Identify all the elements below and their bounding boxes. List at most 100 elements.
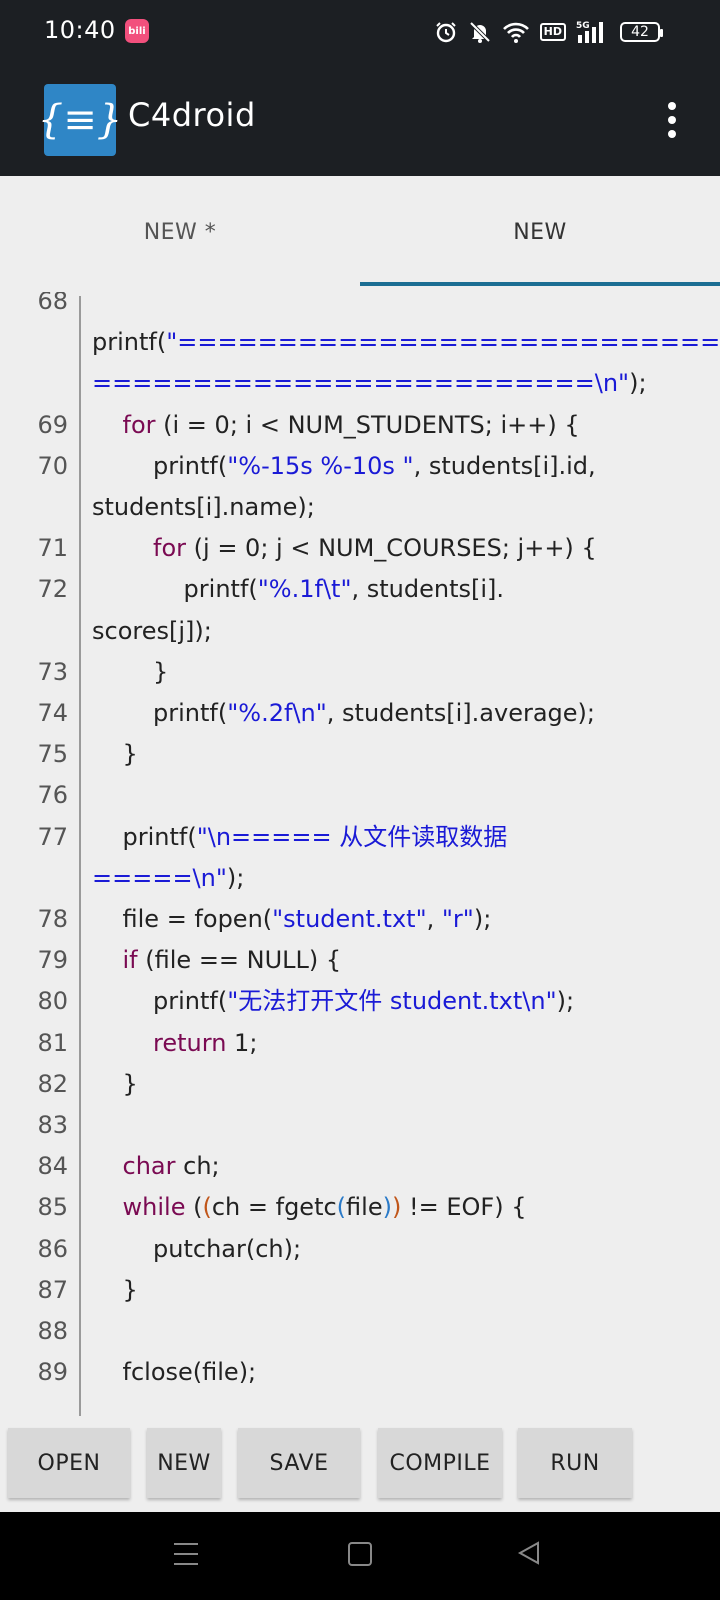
code-string: "%.2f\n" [227,699,327,727]
line-number: 70 [37,451,68,480]
code-line[interactable]: fclose(file); [92,1351,257,1393]
code-text: } [92,740,138,769]
code-line[interactable]: printf("%-15s %-10s ", students[i].id, [92,445,596,487]
tab-new[interactable]: NEW [360,176,720,288]
line-number: 83 [37,1111,68,1139]
gutter-divider [79,296,81,1416]
line-number: 71 [37,534,68,563]
code-keyword: for [122,410,156,439]
code-keyword: return [153,1028,227,1057]
code-line[interactable]: char ch; [92,1145,220,1187]
wifi-icon [502,20,530,44]
code-line[interactable]: return 1; [92,1022,257,1064]
back-icon[interactable] [516,1540,542,1566]
code-line[interactable]: =========================\n"); [92,362,647,404]
code-text: , students[i].id, [413,451,596,480]
code-line[interactable]: printf("============================ [92,321,720,363]
code-line[interactable]: students[i].name); [92,486,315,528]
code-text: file [346,1193,383,1222]
save-button[interactable]: SAVE [238,1428,360,1498]
line-number: 79 [37,946,68,975]
code-keyword: while [122,1193,186,1222]
alarm-icon [434,20,458,44]
code-text: fclose(file); [92,1358,257,1387]
code-string: =====\n" [92,863,227,892]
overflow-menu-icon[interactable] [660,100,684,140]
code-text: ); [473,905,492,933]
code-line[interactable]: =====\n"); [92,857,244,899]
code-line[interactable]: for (j = 0; j < NUM_COURSES; j++) { [92,527,597,569]
line-number: 89 [37,1358,68,1387]
code-string: "无法打开文件 student.txt\n" [227,987,557,1016]
bottom-toolbar: OPEN NEW SAVE COMPILE RUN [0,1416,720,1512]
line-number: 75 [37,740,68,769]
code-text: (j = 0; j < NUM_COURSES; j++) { [186,534,597,563]
code-text: (file == NULL) { [137,946,342,975]
line-number: 88 [37,1317,68,1345]
code-keyword: char [122,1152,176,1181]
code-editor[interactable]: 68 printf("============================ ==… [0,292,720,1416]
code-text: ) [391,1193,402,1222]
new-button[interactable]: NEW [147,1428,221,1498]
code-keyword: if [122,946,138,975]
status-icons: HD 5G 42 [434,18,663,46]
line-number: 84 [37,1152,68,1181]
code-text: ); [629,369,647,398]
bilibili-notification-icon: bili [125,19,149,43]
code-string: "============================ [166,328,720,357]
app-logo: {≡} [38,84,122,156]
line-number: 76 [37,781,68,810]
line-number: 69 [37,410,68,439]
line-number: 81 [37,1028,68,1057]
open-button[interactable]: OPEN [8,1428,130,1498]
code-line[interactable]: printf("%.1f\t", students[i]. [92,568,504,610]
compile-button[interactable]: COMPILE [378,1428,502,1498]
code-line[interactable]: for (i = 0; i < NUM_STUDENTS; i++) { [92,404,580,446]
status-bar: 10:40 bili HD 5G 42 [0,0,720,64]
code-line[interactable]: putchar(ch); [92,1228,301,1270]
code-string: "%-15s %-10s " [227,451,414,480]
code-text: printf( [92,822,197,851]
code-text: ch = fgetc [211,1193,337,1222]
code-text: ); [556,987,575,1016]
line-number: 72 [37,575,68,604]
code-line[interactable]: } [92,1063,138,1105]
code-line[interactable]: scores[j]); [92,610,212,652]
recent-apps-icon[interactable] [174,1543,198,1565]
home-icon[interactable] [348,1542,372,1566]
code-text: printf( [92,451,228,480]
code-text: ( [185,1193,203,1222]
code-text: ( [202,1193,212,1222]
line-number: 73 [37,657,68,686]
code-line[interactable]: } [92,733,138,775]
line-number: 74 [37,699,68,727]
hd-badge: HD [539,23,566,41]
code-text: students[i].name); [92,493,315,521]
code-line[interactable]: file = fopen("student.txt", "r"); [92,898,492,940]
code-line[interactable]: printf("\n===== 从文件读取数据 [92,816,508,858]
line-number: 82 [37,1069,68,1098]
tab-new-modified[interactable]: NEW * [0,176,360,288]
code-line[interactable]: while ((ch = fgetc(file)) != EOF) { [92,1186,527,1228]
code-text: printf( [92,987,228,1016]
code-string: =========================\n" [92,369,630,398]
code-string: "\n===== 从文件读取数据 [196,822,508,851]
battery-icon: 42 [620,22,663,42]
code-line[interactable]: } [92,651,168,693]
code-keyword: for [153,534,187,563]
code-text: file = fopen( [92,905,273,933]
code-line[interactable]: if (file == NULL) { [92,939,342,981]
code-line[interactable]: } [92,1269,138,1311]
code-text: ) [382,1193,392,1222]
tab-bar: NEW * NEW [0,176,720,288]
code-text: ( [336,1193,347,1222]
code-string: "%.1f\t" [257,575,352,604]
code-line[interactable]: printf("%.2f\n", students[i].average); [92,692,595,734]
run-button[interactable]: RUN [518,1428,632,1498]
code-line[interactable]: printf("无法打开文件 student.txt\n"); [92,980,574,1022]
